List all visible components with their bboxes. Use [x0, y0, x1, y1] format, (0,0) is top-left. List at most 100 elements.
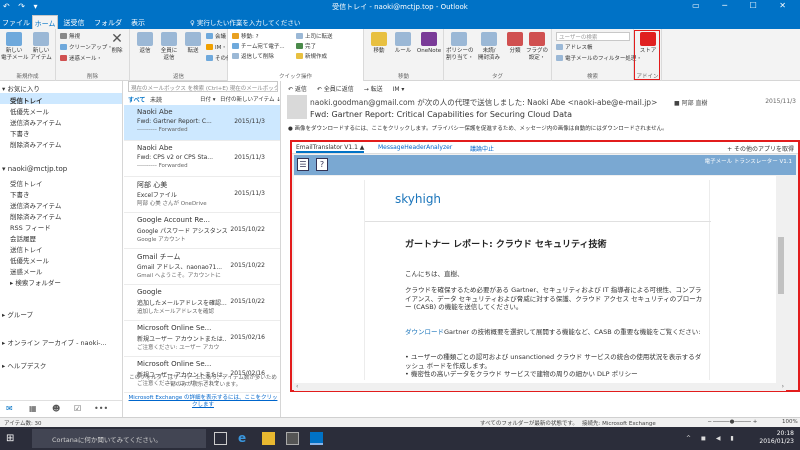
download-link[interactable]: ダウンロード: [405, 328, 444, 336]
window-controls[interactable]: ▭ ─ ☐ ✕: [692, 1, 796, 10]
folder-sent[interactable]: 送信済みアイテム: [0, 198, 122, 210]
message-item[interactable]: Naoki Abe Fwd: CPS v2 or CPS Sta... 2015/1…: [124, 141, 280, 177]
menu-icon[interactable]: ☰: [297, 158, 309, 171]
store-app-icon[interactable]: [286, 432, 299, 445]
move-button[interactable]: 移動: [366, 32, 392, 55]
forward-button[interactable]: 転送: [180, 32, 206, 55]
im-button[interactable]: IM・: [206, 43, 227, 51]
vertical-scrollbar[interactable]: [776, 176, 786, 383]
cortana-search[interactable]: Cortanaに何か聞いてみてください。: [32, 429, 206, 448]
tab-file[interactable]: ファイル: [2, 15, 30, 29]
quick-step-done[interactable]: 完了: [296, 42, 316, 50]
filter-email-button[interactable]: 電子メールのフィルター処理・: [556, 54, 642, 62]
help-icon[interactable]: ?: [316, 158, 328, 171]
recipient[interactable]: ■ 阿部 直樹: [674, 98, 707, 107]
addin-tab-other[interactable]: 議論中止: [470, 144, 494, 153]
addin-tab-header-analyzer[interactable]: MessageHeaderAnalyzer: [378, 144, 452, 151]
folder-conversation-history[interactable]: 会話履歴: [0, 231, 122, 243]
folder-low-priority[interactable]: 低優先メール: [0, 253, 122, 265]
outlook-taskbar-icon[interactable]: [310, 432, 323, 445]
folder-fav-drafts[interactable]: 下書き: [0, 126, 122, 138]
zoom-slider[interactable]: ─ ─────●───── +: [708, 419, 757, 425]
reading-forward-button[interactable]: → 転送: [364, 86, 383, 93]
scroll-right-icon[interactable]: ›: [782, 383, 784, 390]
favorites-header[interactable]: ▾ お気に入り: [0, 81, 122, 93]
system-tray[interactable]: ^ ◼ ◀ ▮: [686, 435, 738, 442]
task-view-icon[interactable]: [214, 432, 227, 445]
sender-avatar: [287, 95, 307, 119]
folder-fav-low-priority[interactable]: 低優先メール: [0, 104, 122, 116]
windows-start-icon[interactable]: ⊞: [6, 433, 17, 444]
new-items-button[interactable]: 新しい アイテム: [28, 32, 54, 61]
mail-icon[interactable]: ✉: [6, 404, 13, 413]
people-icon[interactable]: ☻: [52, 404, 60, 413]
reading-im-button[interactable]: IM ▾: [393, 86, 405, 93]
junk-button[interactable]: 迷惑メール・: [60, 54, 102, 62]
helpdesk-header[interactable]: ▸ ヘルプデスク: [0, 358, 122, 370]
edge-icon[interactable]: e: [238, 432, 251, 445]
groups-header[interactable]: ▸ グループ: [0, 307, 122, 319]
search-people-input[interactable]: ユーザーの検索: [556, 32, 630, 41]
tab-folder[interactable]: フォルダー: [91, 15, 125, 37]
tasks-icon[interactable]: ☑: [74, 404, 81, 413]
reply-button[interactable]: 返信: [132, 32, 158, 55]
clock[interactable]: 20:18 2016/01/23: [759, 430, 794, 446]
folder-fav-inbox[interactable]: 受信トレイ: [0, 93, 122, 105]
folder-fav-sent[interactable]: 送信済みアイテム: [0, 115, 122, 127]
message-date: 2015/11/3: [234, 154, 265, 161]
rules-button[interactable]: ルール: [390, 32, 416, 55]
tab-view[interactable]: 表示: [128, 15, 148, 29]
download-images-infobar[interactable]: ● 画像をダウンロードするには、ここをクリックします。プライバシー保護を促進する…: [288, 124, 668, 132]
reading-reply-button[interactable]: ↶ 返信: [288, 86, 307, 93]
assign-policy-button[interactable]: ポリシーの 割り当て・: [446, 32, 474, 61]
quick-step-reply-delete[interactable]: 返信して削除: [232, 52, 274, 60]
addin-tab-translator[interactable]: EmailTranslator V1.1 ▲: [296, 144, 365, 153]
message-item[interactable]: Google 追加したメールアドレスを確認... 2015/10/22 追加したメール…: [124, 285, 280, 321]
folder-drafts[interactable]: 下書き: [0, 187, 122, 199]
calendar-icon[interactable]: ▦: [29, 404, 37, 413]
tell-me-box[interactable]: ♀ 実行したい作業を入力してください: [190, 17, 300, 27]
tab-send-receive[interactable]: 送受信: [60, 15, 88, 29]
filter-all[interactable]: すべて: [128, 95, 145, 104]
folder-inbox[interactable]: 受信トレイ: [0, 176, 122, 188]
meeting-button[interactable]: 会議: [206, 32, 226, 40]
message-item[interactable]: Microsoft Online Se... 新規ユーザー アカウントまたは...…: [124, 321, 280, 357]
folder-deleted[interactable]: 削除済みアイテム: [0, 209, 122, 221]
message-item[interactable]: Google Account Re... Google パスワード アシスタンス 2…: [124, 213, 280, 249]
filter-unread[interactable]: 未読: [150, 95, 162, 104]
exchange-link[interactable]: Microsoft Exchange の詳細を表示するには、ここをクリックします: [128, 395, 278, 409]
message-item[interactable]: Gmail チーム Gmail アドレス、naonao71... 2015/10/2…: [124, 249, 280, 285]
folder-search-folders[interactable]: ▸ 検索フォルダー: [0, 275, 122, 287]
onenote-button[interactable]: OneNote: [416, 32, 442, 55]
quick-step-team[interactable]: チーム宛て電子...: [232, 42, 285, 50]
more-nav-icon[interactable]: •••: [94, 404, 108, 413]
scroll-left-icon[interactable]: ‹: [296, 383, 298, 390]
message-item[interactable]: Naoki Abe Fwd: Gartner Report: C... 2015/1…: [124, 105, 280, 141]
message-item[interactable]: 阿部 心美 Excelファイル 2015/11/3 阿部 心美 さんが OneDriv…: [124, 177, 280, 213]
folder-rss[interactable]: RSS フィード: [0, 220, 122, 232]
folder-junk[interactable]: 迷惑メール: [0, 264, 122, 276]
folder-outbox[interactable]: 送信トレイ: [0, 242, 122, 254]
scroll-thumb[interactable]: [778, 237, 784, 294]
quick-step-manager[interactable]: 上司に転送: [296, 32, 333, 40]
ignore-button[interactable]: 無視: [60, 32, 80, 40]
explorer-icon[interactable]: [262, 432, 275, 445]
mail-search-input[interactable]: 現在のメールボックス を検索 (Ctrl+E) 現在のメールボックス ▾: [128, 81, 278, 92]
reading-reply-all-button[interactable]: ↶ 全員に返信: [317, 86, 354, 93]
folder-fav-deleted[interactable]: 削除済みアイテム: [0, 137, 122, 149]
reply-all-button[interactable]: 全員に 返信: [156, 32, 182, 61]
get-more-apps-link[interactable]: + その他のアプリを取得: [727, 144, 794, 153]
tab-home[interactable]: ホーム: [32, 15, 58, 29]
sort-by-date[interactable]: 日付 ▾: [200, 95, 216, 103]
quick-step-move[interactable]: 移動: ?: [232, 32, 259, 40]
quick-step-create[interactable]: 新規作成: [296, 52, 327, 60]
archive-header[interactable]: ▸ オンライン アーカイブ - naoki-...: [0, 335, 122, 347]
horizontal-scrollbar[interactable]: ‹ ›: [294, 383, 786, 391]
unread-read-button[interactable]: 未読/ 開封済み: [476, 32, 502, 61]
new-email-button[interactable]: 新しい 電子メール: [1, 32, 29, 61]
sort-order[interactable]: 日付の新しいアイテム ↓: [220, 95, 280, 103]
address-book-button[interactable]: アドレス帳: [556, 43, 593, 51]
delete-button[interactable]: ✕ 削除: [104, 32, 130, 55]
follow-up-button[interactable]: フラグの 設定・: [524, 32, 550, 61]
account-header[interactable]: ▾ naoki@mctjp.top: [0, 163, 122, 174]
